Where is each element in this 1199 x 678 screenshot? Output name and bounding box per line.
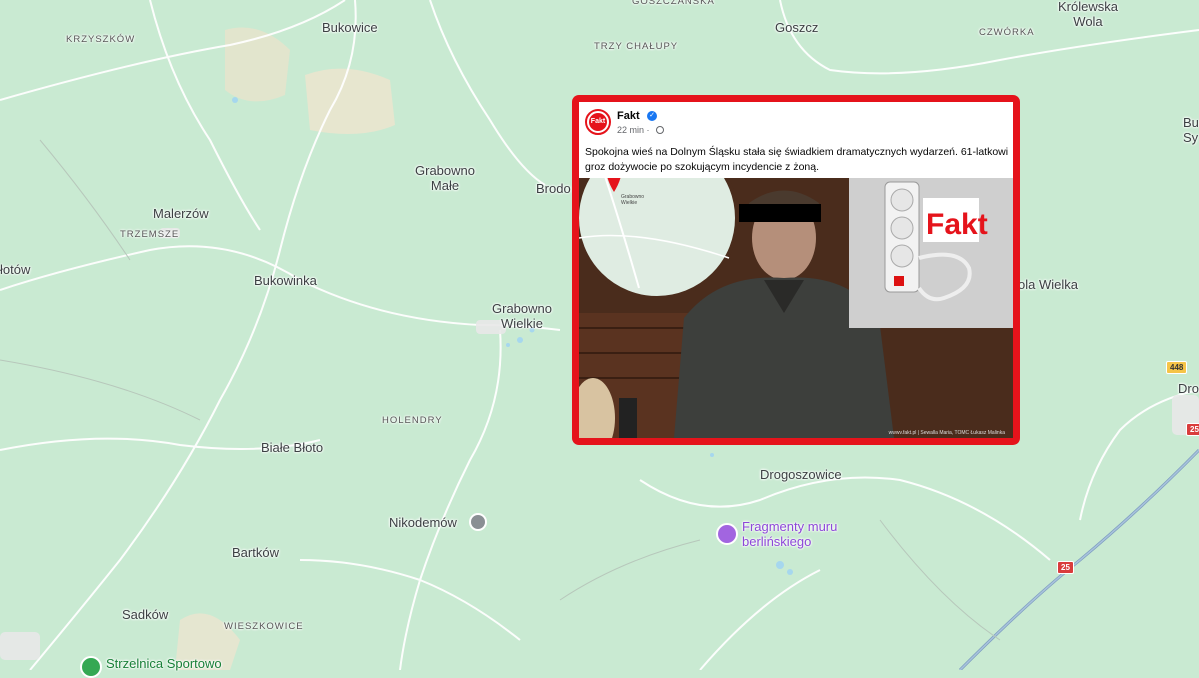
place-dro: Dro	[1178, 381, 1199, 396]
place-krolewska-wola: Królewska Wola	[1058, 0, 1118, 29]
place-grabowno-male: Grabowno Małe	[415, 163, 475, 193]
place-bu-sy: Bu Sy	[1183, 115, 1199, 145]
photo-brand-logo: Fakt	[926, 208, 988, 241]
place-nikodemow: Nikodemów	[389, 515, 457, 530]
place-krzyszkow: KRZYSZKÓW	[66, 34, 136, 45]
shooting-range-marker-icon[interactable]	[80, 656, 102, 678]
place-biale-bloto: Białe Błoto	[261, 440, 324, 455]
poi-strzelnica[interactable]: Strzelnica Sportowo	[106, 656, 222, 671]
place-goszcz: Goszcz	[775, 20, 819, 35]
post-header: Fakt Fakt ✓ 22 min · Spokojna wieś na Do…	[579, 102, 1013, 178]
road-shield-448: 448	[1166, 361, 1188, 374]
photo-illustration: Grabowno Wielkie Fakt	[579, 178, 1013, 438]
place-trzemsze: TRZEMSZE	[120, 229, 180, 240]
place-grabowno-wielkie: Grabowno Wielkie	[492, 301, 552, 331]
place-czworka: CZWÓRKA	[979, 27, 1035, 38]
poi-fragmenty-muru[interactable]: Fragmenty muru berlińskiego	[742, 519, 837, 549]
place-sadkow: Sadków	[122, 607, 169, 622]
place-bukowinka: Bukowinka	[254, 273, 317, 288]
place-bartkow: Bartków	[232, 545, 279, 560]
photo-credit: wwwv.fakt.pl | Sewalla Maria, TOMC Łukas…	[888, 430, 1005, 436]
road-shield-25: 25	[1057, 561, 1074, 574]
place-ola-wielka: ola Wielka	[1018, 277, 1078, 292]
place-holendry: HOLENDRY	[382, 415, 443, 426]
nikodemow-marker-icon[interactable]	[469, 513, 487, 531]
post-time[interactable]: 22 min ·	[617, 125, 650, 135]
svg-text:Wielkie: Wielkie	[621, 200, 637, 206]
place-brodo: Brodo	[536, 181, 571, 196]
place-wieszkowice: WIESZKOWICE	[224, 621, 304, 632]
fakt-avatar[interactable]: Fakt	[585, 109, 611, 135]
post-text: Spokojna wieś na Dolnym Śląsku stała się…	[585, 146, 1009, 173]
place-bukowice: Bukowice	[322, 20, 378, 35]
place-drogoszowice: Drogoszowice	[760, 467, 842, 482]
verified-badge-icon: ✓	[647, 111, 657, 121]
page-name[interactable]: Fakt	[617, 110, 640, 122]
place-lotow: łotów	[0, 262, 31, 277]
place-trzy-chalupy: TRZY CHAŁUPY	[594, 41, 679, 52]
museum-marker-icon[interactable]	[716, 523, 738, 545]
place-goszczanska: GOSZCZAŃSKA	[632, 0, 715, 7]
fakt-logo-text: Fakt	[589, 113, 607, 131]
place-malerzow: Malerzów	[153, 206, 209, 221]
road-shield-25b: 25	[1186, 423, 1199, 436]
face-blur-bar	[739, 204, 821, 222]
facebook-post-card[interactable]: Fakt Fakt ✓ 22 min · Spokojna wieś na Do…	[572, 95, 1020, 445]
globe-icon	[656, 126, 664, 134]
post-photo[interactable]: Grabowno Wielkie Fakt wwwv.fakt.pl | Sew…	[579, 178, 1013, 438]
